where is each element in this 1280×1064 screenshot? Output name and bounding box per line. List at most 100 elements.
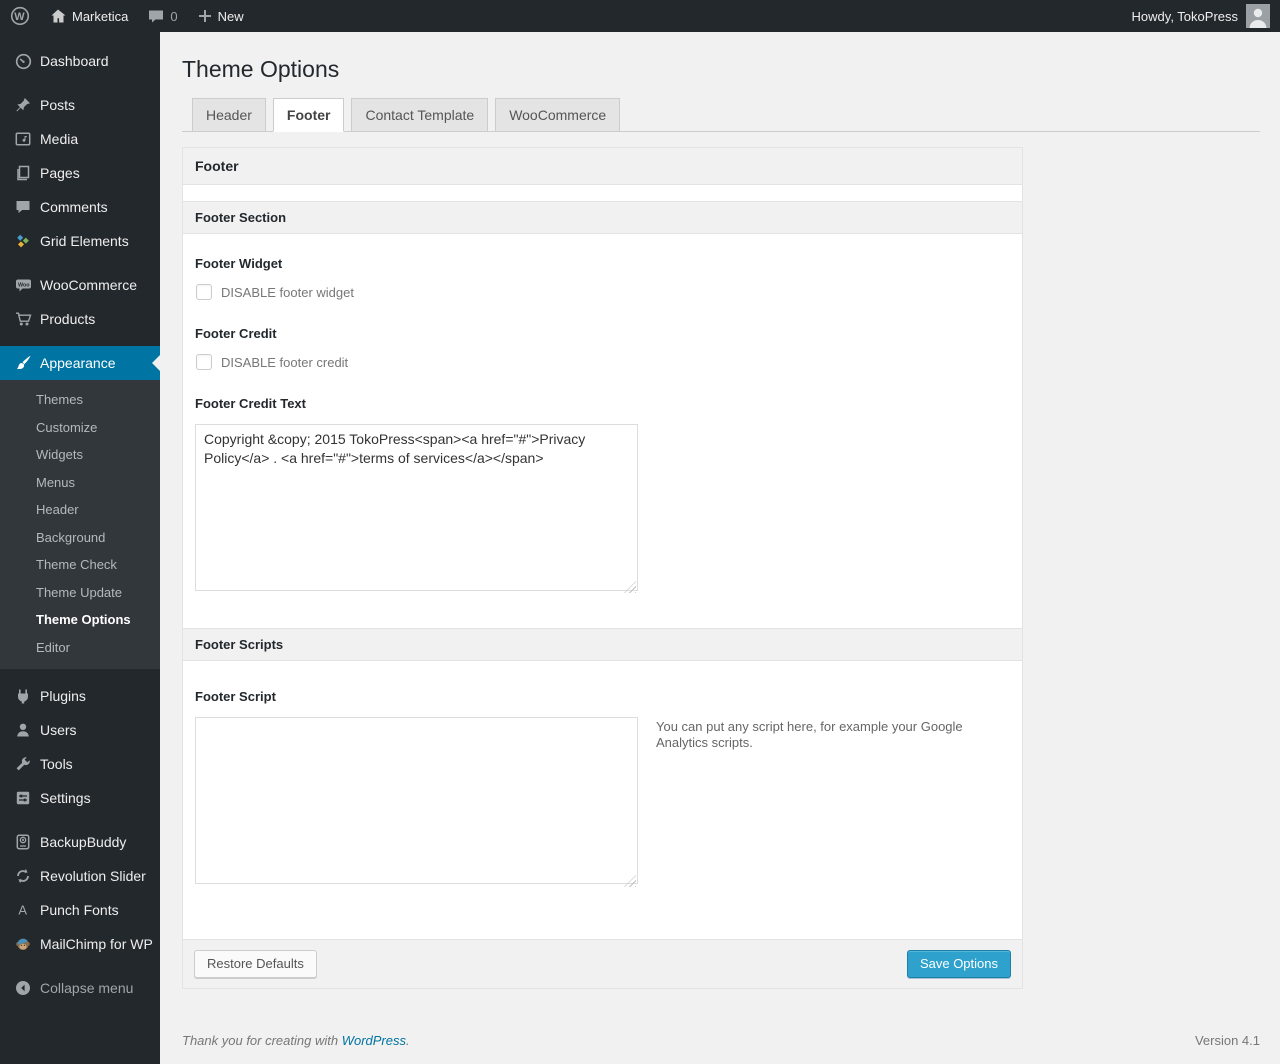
comments-menu[interactable]: 0	[138, 0, 187, 32]
appearance-submenu: Themes Customize Widgets Menus Header Ba…	[0, 380, 160, 669]
submenu-item-background[interactable]: Background	[0, 524, 160, 552]
grid-elements-icon	[14, 232, 32, 250]
wordpress-logo-icon: W	[10, 6, 30, 26]
sidebar-item-mailchimp[interactable]: MailChimp for WP	[0, 927, 160, 961]
site-name-menu[interactable]: Marketica	[40, 0, 138, 32]
dashboard-icon	[14, 52, 32, 70]
submenu-item-theme-update[interactable]: Theme Update	[0, 579, 160, 607]
sidebar-item-revolution-slider[interactable]: Revolution Slider	[0, 859, 160, 893]
submenu-item-editor[interactable]: Editor	[0, 634, 160, 662]
new-menu[interactable]: New	[188, 0, 254, 32]
svg-text:W: W	[14, 11, 25, 23]
tab-header[interactable]: Header	[192, 98, 266, 132]
submenu-item-themes[interactable]: Themes	[0, 386, 160, 414]
sidebar-item-backupbuddy[interactable]: BackupBuddy	[0, 825, 160, 859]
svg-text:A: A	[18, 903, 27, 918]
sidebar-item-tools[interactable]: Tools	[0, 747, 160, 781]
submenu-item-theme-check[interactable]: Theme Check	[0, 551, 160, 579]
tab-bar: Header Footer Contact Template WooCommer…	[182, 98, 1260, 132]
collapse-menu-label: Collapse menu	[40, 980, 134, 996]
admin-footer: Thank you for creating with WordPress. V…	[182, 1033, 1260, 1048]
sidebar-item-label: Punch Fonts	[40, 902, 119, 918]
footer-scripts-body: Footer Script You can put any script her…	[183, 661, 1022, 939]
sidebar-item-posts[interactable]: Posts	[0, 88, 160, 122]
submenu-item-widgets[interactable]: Widgets	[0, 441, 160, 469]
tab-woocommerce[interactable]: WooCommerce	[495, 98, 621, 132]
sidebar-item-dashboard[interactable]: Dashboard	[0, 44, 160, 78]
sidebar-item-label: Appearance	[40, 355, 116, 371]
disable-footer-credit-checkbox[interactable]	[196, 354, 212, 370]
menu-separator	[0, 78, 160, 88]
sidebar-item-label: Grid Elements	[40, 233, 129, 249]
sidebar-item-punch-fonts[interactable]: A Punch Fonts	[0, 893, 160, 927]
sidebar-item-pages[interactable]: Pages	[0, 156, 160, 190]
panel-title: Footer	[183, 148, 1022, 185]
sidebar-item-comments[interactable]: Comments	[0, 190, 160, 224]
sidebar-item-label: Pages	[40, 165, 80, 181]
textarea-wrapper	[195, 717, 638, 889]
refresh-icon	[14, 867, 32, 885]
sidebar-item-appearance[interactable]: Appearance	[0, 346, 160, 380]
save-options-button[interactable]: Save Options	[906, 950, 1011, 978]
sidebar-item-media[interactable]: Media	[0, 122, 160, 156]
sidebar-item-users[interactable]: Users	[0, 713, 160, 747]
sidebar-item-label: Plugins	[40, 688, 86, 704]
footer-thanks-text: Thank you for creating with WordPress.	[182, 1033, 410, 1048]
main-content: Theme Options Header Footer Contact Temp…	[160, 0, 1280, 1048]
wrench-icon	[14, 755, 32, 773]
new-label: New	[217, 8, 244, 24]
site-name: Marketica	[72, 8, 129, 24]
disable-footer-widget-checkbox[interactable]	[196, 284, 212, 300]
wordpress-link[interactable]: WordPress	[342, 1033, 406, 1048]
field-label: Footer Script	[195, 689, 276, 704]
footer-credit-text-input[interactable]: Copyright &copy; 2015 TokoPress<span><a …	[195, 424, 638, 591]
section-heading-footer-section: Footer Section	[183, 201, 1022, 234]
sliders-icon	[14, 789, 32, 807]
collapse-menu-button[interactable]: Collapse menu	[0, 971, 160, 1005]
sidebar-item-plugins[interactable]: Plugins	[0, 679, 160, 713]
sidebar-item-label: Dashboard	[40, 53, 109, 69]
avatar[interactable]	[1246, 4, 1270, 28]
field-label: Footer Widget	[195, 256, 283, 271]
sidebar-item-label: Comments	[40, 199, 108, 215]
wordpress-logo-menu[interactable]: W	[0, 0, 40, 32]
sidebar-item-label: Posts	[40, 97, 76, 113]
plus-icon	[198, 9, 212, 23]
footer-widget-field: Footer Widget DISABLE footer widget	[195, 256, 1010, 300]
submenu-item-header[interactable]: Header	[0, 496, 160, 524]
sidebar-item-label: Settings	[40, 790, 91, 806]
pages-icon	[14, 164, 32, 182]
menu-separator	[0, 336, 160, 346]
footer-script-input[interactable]	[195, 717, 638, 884]
menu-separator	[0, 961, 160, 971]
tab-contact-template[interactable]: Contact Template	[351, 98, 489, 132]
submenu-item-menus[interactable]: Menus	[0, 469, 160, 497]
version-text: Version 4.1	[1194, 1033, 1260, 1048]
cart-icon	[14, 310, 32, 328]
section-heading-footer-scripts: Footer Scripts	[183, 628, 1022, 661]
sidebar-item-products[interactable]: Products	[0, 302, 160, 336]
sidebar-item-label: Tools	[40, 756, 73, 772]
pushpin-icon	[14, 96, 32, 114]
media-icon	[14, 130, 32, 148]
tab-footer[interactable]: Footer	[272, 98, 345, 132]
howdy-text[interactable]: Howdy, TokoPress	[1132, 9, 1238, 24]
sidebar-item-grid-elements[interactable]: Grid Elements	[0, 224, 160, 258]
sidebar-item-settings[interactable]: Settings	[0, 781, 160, 815]
checkbox-label: DISABLE footer credit	[221, 354, 349, 370]
field-label: Footer Credit	[195, 326, 277, 341]
submenu-item-theme-options[interactable]: Theme Options	[0, 606, 160, 634]
comment-count: 0	[170, 8, 178, 24]
submenu-item-customize[interactable]: Customize	[0, 414, 160, 442]
restore-defaults-button[interactable]: Restore Defaults	[194, 950, 317, 978]
panel-spacer	[183, 185, 1022, 201]
menu-separator	[0, 258, 160, 268]
theme-options-panel: Footer Footer Section Footer Widget DISA…	[182, 147, 1023, 989]
sidebar-item-label: Products	[40, 311, 96, 327]
comment-bubble-icon	[148, 9, 164, 24]
menu-separator	[0, 815, 160, 825]
sidebar-item-woocommerce[interactable]: Woo WooCommerce	[0, 268, 160, 302]
letter-a-icon: A	[14, 901, 32, 919]
sidebar-item-label: Users	[40, 722, 77, 738]
checkbox-label: DISABLE footer widget	[221, 284, 354, 300]
